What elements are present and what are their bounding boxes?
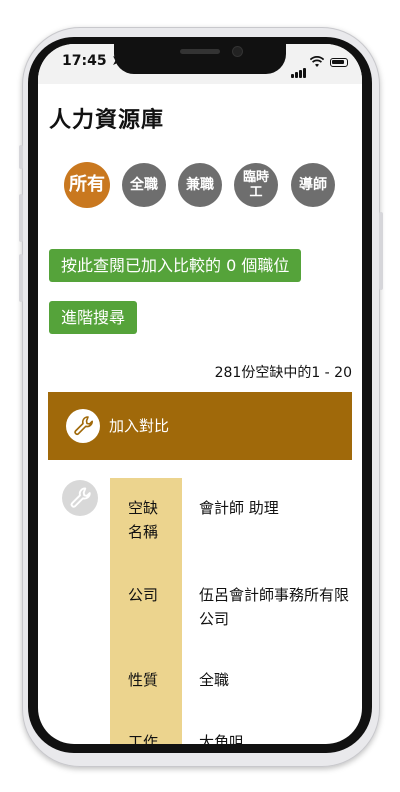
silent-switch [19,145,23,169]
front-camera [233,47,242,56]
power-button [379,212,383,290]
job-location-value: 大角咀 [199,733,245,744]
volume-down-button [19,254,23,302]
page-title: 人力資源庫 [49,108,165,133]
advanced-search-button[interactable]: 進階搜尋 [49,301,138,334]
view-compared-jobs-button[interactable]: 按此查閱已加入比較的 0 個職位 [49,249,302,282]
add-compare-bar[interactable]: 加入對比 [48,392,352,460]
notch [114,44,286,74]
cellular-signal-icon [291,59,307,78]
add-compare-label: 加入對比 [109,417,170,435]
job-field-label: 空缺名稱 [128,499,159,541]
battery-icon [330,58,348,67]
volume-up-button [19,194,23,242]
speaker-grille [180,49,220,54]
job-company-value: 伍呂會計師事務所有限公司 [199,586,350,628]
wrench-icon [66,409,100,443]
results-count: 281份空缺中的1 - 20 [214,365,352,381]
job-compare-wrench-icon[interactable] [62,480,98,516]
job-field-label: 工作 [128,733,159,744]
job-field-label: 公司 [128,586,159,604]
category-parttime-button[interactable]: 兼職 [178,163,222,207]
job-type-value: 全職 [199,671,230,689]
category-temporary-label: 臨時工 [242,170,269,200]
category-tutor-button[interactable]: 導師 [291,163,335,207]
screen: 17:45 ➤ 人力資源庫 所有 全職 兼職 臨時工 導師 按此查閱已加入比較的… [38,44,362,744]
job-title-value[interactable]: 會計師 助理 [199,496,349,520]
category-all-button[interactable]: 所有 [64,162,110,208]
category-fulltime-button[interactable]: 全職 [122,163,166,207]
wifi-icon [310,56,324,67]
job-field-label: 性質 [128,671,159,689]
category-temporary-button[interactable]: 臨時工 [234,163,278,207]
